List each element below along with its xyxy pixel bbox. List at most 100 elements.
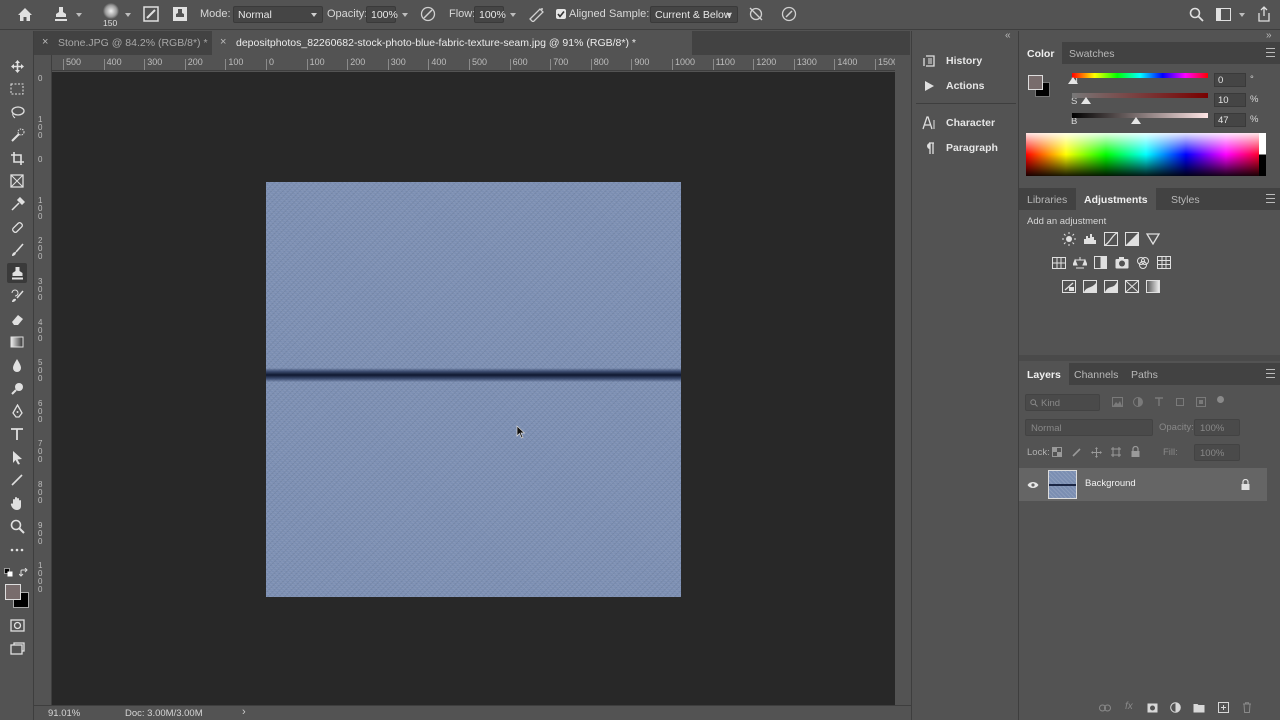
- saturation-field[interactable]: 10: [1214, 93, 1246, 107]
- brush-settings-icon[interactable]: [143, 6, 159, 22]
- tab-channels[interactable]: Channels: [1066, 363, 1126, 385]
- brightness-contrast-icon[interactable]: [1061, 231, 1076, 246]
- layers-panel-menu-icon[interactable]: [1266, 369, 1275, 378]
- posterize-icon[interactable]: [1082, 279, 1097, 294]
- document-image[interactable]: [266, 182, 681, 597]
- quick-mask-button[interactable]: [7, 615, 27, 635]
- brush-preview[interactable]: [103, 3, 119, 19]
- status-expand-chevron-icon[interactable]: ›: [242, 706, 246, 718]
- flow-field[interactable]: 100%: [474, 6, 506, 23]
- lock-transparent-pixels-icon[interactable]: [1052, 447, 1062, 457]
- clone-source-icon[interactable]: [172, 6, 188, 22]
- tab-stone[interactable]: × Stone.JPG @ 84.2% (RGB/8*) *: [34, 31, 220, 55]
- aligned-checkbox[interactable]: [556, 9, 566, 19]
- tab-color[interactable]: Color: [1019, 42, 1063, 64]
- lock-all-icon[interactable]: [1131, 446, 1140, 457]
- filter-shape-icon[interactable]: [1175, 397, 1185, 407]
- eye-visibility-icon[interactable]: [1027, 481, 1039, 489]
- move-tool[interactable]: [7, 56, 27, 76]
- ignore-adjustment-layers-icon[interactable]: [748, 6, 764, 22]
- crop-tool[interactable]: [7, 148, 27, 168]
- screen-mode-button[interactable]: [7, 638, 27, 658]
- panel-actions[interactable]: Actions: [922, 76, 985, 96]
- color-panel-menu-icon[interactable]: [1266, 48, 1275, 57]
- close-tab-icon[interactable]: ×: [42, 36, 48, 48]
- filter-type-icon[interactable]: [1154, 397, 1164, 407]
- tab-styles[interactable]: Styles: [1163, 188, 1208, 210]
- more-tools[interactable]: [7, 540, 27, 560]
- layer-name[interactable]: Background: [1085, 478, 1136, 489]
- tab-swatches[interactable]: Swatches: [1061, 42, 1123, 64]
- hand-tool[interactable]: [7, 493, 27, 513]
- foreground-color-swatch[interactable]: [5, 584, 21, 600]
- canvas-area[interactable]: [52, 72, 895, 705]
- collapse-panels-chevron-icon[interactable]: »: [1266, 30, 1272, 41]
- gradient-tool[interactable]: [7, 332, 27, 352]
- workspace-icon[interactable]: [1216, 8, 1231, 21]
- line-tool[interactable]: [7, 470, 27, 490]
- hue-field[interactable]: 0: [1214, 73, 1246, 87]
- opacity-chevron-icon[interactable]: [402, 13, 408, 17]
- color-lookup-icon[interactable]: [1156, 255, 1171, 270]
- default-colors-icon[interactable]: [4, 568, 14, 578]
- levels-icon[interactable]: [1082, 231, 1097, 246]
- exposure-icon[interactable]: [1124, 231, 1139, 246]
- invert-icon[interactable]: [1061, 279, 1076, 294]
- panel-character[interactable]: Character: [922, 113, 995, 133]
- new-adjustment-layer-icon[interactable]: [1170, 702, 1181, 713]
- dodge-tool[interactable]: [7, 378, 27, 398]
- type-tool[interactable]: [7, 424, 27, 444]
- filter-adjustment-icon[interactable]: [1133, 397, 1143, 407]
- layer-kind-filter[interactable]: Kind: [1025, 394, 1100, 411]
- tab-adjustments[interactable]: Adjustments: [1076, 188, 1156, 210]
- new-group-icon[interactable]: [1193, 703, 1205, 713]
- sample-dropdown[interactable]: Current & Below: [650, 6, 738, 23]
- layer-thumbnail[interactable]: [1048, 470, 1077, 499]
- brightness-slider-thumb[interactable]: [1131, 117, 1141, 124]
- zoom-level[interactable]: 91.01%: [48, 708, 80, 719]
- brush-picker-chevron-icon[interactable]: [125, 13, 131, 17]
- tab-layers[interactable]: Layers: [1019, 363, 1069, 385]
- link-layers-icon[interactable]: [1099, 704, 1111, 712]
- hue-slider-thumb[interactable]: [1068, 77, 1078, 84]
- lock-position-icon[interactable]: [1091, 447, 1102, 458]
- tab-libraries[interactable]: Libraries: [1019, 188, 1075, 210]
- new-layer-icon[interactable]: [1218, 702, 1229, 713]
- frame-tool[interactable]: [7, 171, 27, 191]
- tool-preset-chevron-icon[interactable]: [76, 13, 82, 17]
- eraser-tool[interactable]: [7, 309, 27, 329]
- share-icon[interactable]: [1257, 6, 1271, 22]
- hue-slider[interactable]: [1072, 73, 1208, 78]
- pressure-size-icon[interactable]: [781, 6, 797, 22]
- marquee-tool[interactable]: [7, 79, 27, 99]
- delete-layer-icon[interactable]: [1242, 702, 1252, 713]
- home-icon[interactable]: [17, 7, 33, 22]
- lock-artboard-icon[interactable]: [1111, 447, 1121, 457]
- filter-pixel-icon[interactable]: [1112, 397, 1123, 407]
- path-selection-tool[interactable]: [7, 447, 27, 467]
- fill-field[interactable]: 100%: [1194, 444, 1240, 461]
- healing-brush-tool[interactable]: [7, 217, 27, 237]
- black-white-icon[interactable]: [1093, 255, 1108, 270]
- photo-filter-icon[interactable]: [1114, 255, 1129, 270]
- airbrush-icon[interactable]: [528, 6, 546, 22]
- foreground-color-chip[interactable]: [1028, 75, 1043, 90]
- lasso-tool[interactable]: [7, 102, 27, 122]
- brush-tool[interactable]: [7, 240, 27, 260]
- history-brush-tool[interactable]: [7, 286, 27, 306]
- tab-paths[interactable]: Paths: [1123, 363, 1166, 385]
- eyedropper-tool[interactable]: [7, 194, 27, 214]
- channel-mixer-icon[interactable]: [1135, 255, 1150, 270]
- hue-saturation-icon[interactable]: [1051, 255, 1066, 270]
- panel-history[interactable]: History: [922, 51, 982, 71]
- color-balance-icon[interactable]: [1072, 255, 1087, 270]
- spectrum-white-black-strip[interactable]: [1259, 133, 1266, 176]
- pen-tool[interactable]: [7, 401, 27, 421]
- layer-lock-icon[interactable]: [1241, 479, 1250, 490]
- mode-dropdown[interactable]: Normal: [233, 6, 323, 23]
- adjustments-panel-menu-icon[interactable]: [1266, 194, 1275, 203]
- gradient-map-icon[interactable]: [1145, 279, 1160, 294]
- threshold-icon[interactable]: [1103, 279, 1118, 294]
- vibrance-icon[interactable]: [1145, 231, 1160, 246]
- blend-mode-dropdown[interactable]: Normal: [1025, 419, 1153, 436]
